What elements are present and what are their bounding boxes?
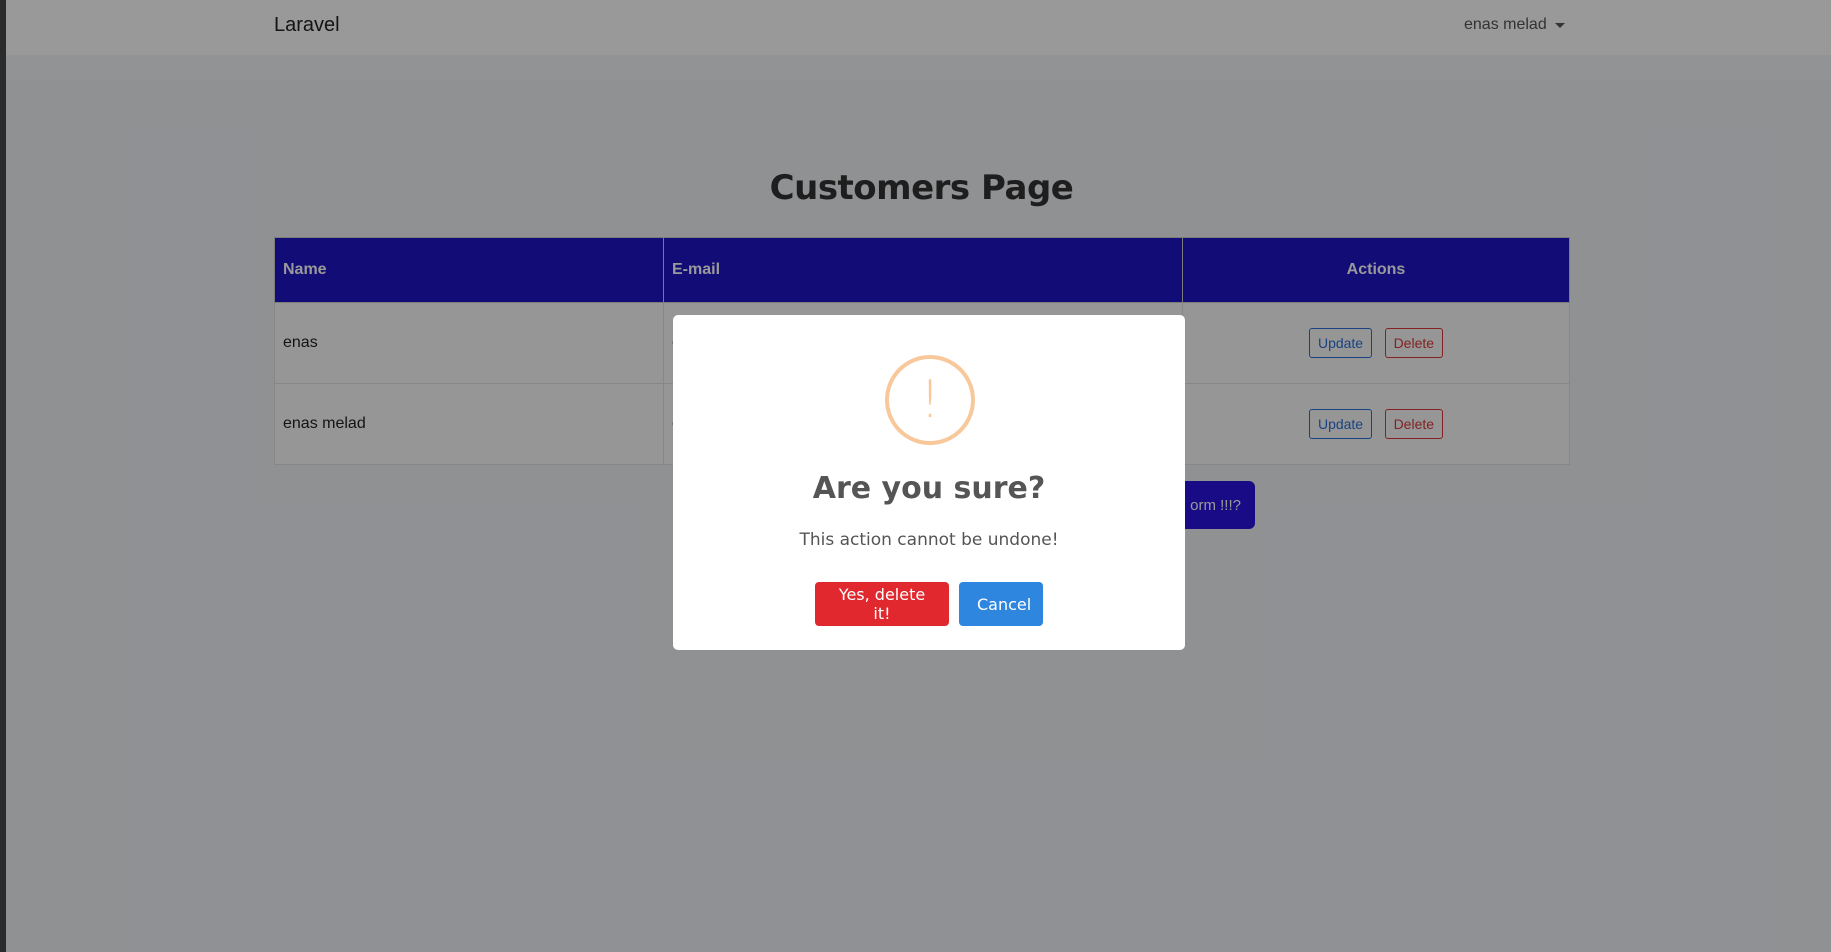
confirm-delete-button[interactable]: Yes, delete it! (815, 582, 949, 626)
cancel-button[interactable]: Cancel (959, 582, 1043, 626)
dialog-title: Are you sure? (812, 471, 1046, 506)
dialog-message: This action cannot be undone! (799, 530, 1059, 550)
dialog-actions: Yes, delete it! Cancel (673, 582, 1185, 626)
window-edge (0, 0, 6, 952)
warning-icon: ! (885, 355, 975, 445)
confirm-dialog: ! Are you sure? This action cannot be un… (673, 315, 1185, 650)
